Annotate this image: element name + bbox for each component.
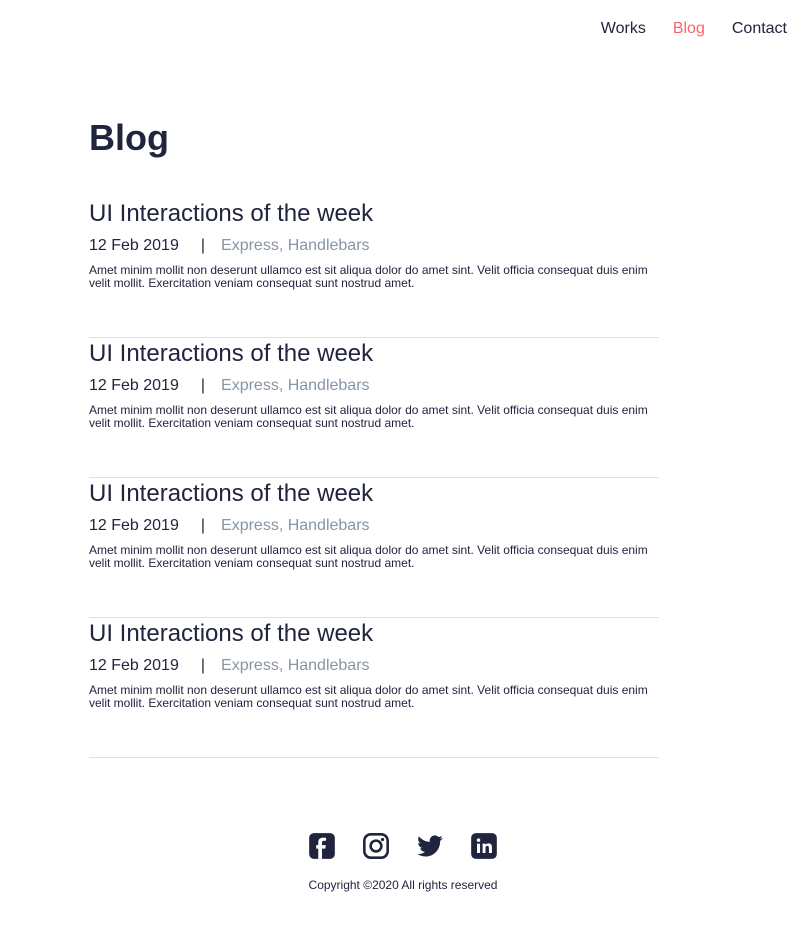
blog-post: UI Interactions of the week 12 Feb 2019 … <box>89 618 659 758</box>
blog-post: UI Interactions of the week 12 Feb 2019 … <box>89 198 659 338</box>
post-title[interactable]: UI Interactions of the week <box>89 478 659 510</box>
post-title[interactable]: UI Interactions of the week <box>89 198 659 230</box>
post-meta: 12 Feb 2019 | Express, Handlebars <box>89 656 659 676</box>
post-date: 12 Feb 2019 <box>89 517 179 534</box>
nav-link-works[interactable]: Works <box>601 19 646 39</box>
post-tags: Express, Handlebars <box>221 657 370 674</box>
linkedin-icon[interactable] <box>470 832 498 860</box>
post-title[interactable]: UI Interactions of the week <box>89 338 659 370</box>
top-nav: Works Blog Contact <box>601 19 787 39</box>
meta-separator: | <box>200 377 206 394</box>
post-date: 12 Feb 2019 <box>89 237 179 254</box>
meta-separator: | <box>200 657 206 674</box>
post-meta: 12 Feb 2019 | Express, Handlebars <box>89 516 659 536</box>
post-meta: 12 Feb 2019 | Express, Handlebars <box>89 236 659 256</box>
facebook-icon[interactable] <box>308 832 336 860</box>
post-tags: Express, Handlebars <box>221 517 370 534</box>
post-title[interactable]: UI Interactions of the week <box>89 618 659 650</box>
nav-link-contact[interactable]: Contact <box>732 19 787 39</box>
blog-post: UI Interactions of the week 12 Feb 2019 … <box>89 478 659 618</box>
copyright-text: Copyright ©2020 All rights reserved <box>308 878 498 892</box>
post-excerpt: Amet minim mollit non deserunt ullamco e… <box>89 683 648 710</box>
post-tags: Express, Handlebars <box>221 377 370 394</box>
page-title: Blog <box>89 117 169 158</box>
post-meta: 12 Feb 2019 | Express, Handlebars <box>89 376 659 396</box>
post-excerpt: Amet minim mollit non deserunt ullamco e… <box>89 543 648 570</box>
post-excerpt: Amet minim mollit non deserunt ullamco e… <box>89 263 648 290</box>
post-tags: Express, Handlebars <box>221 237 370 254</box>
post-excerpt: Amet minim mollit non deserunt ullamco e… <box>89 403 648 430</box>
post-date: 12 Feb 2019 <box>89 657 179 674</box>
instagram-icon[interactable] <box>362 832 390 860</box>
meta-separator: | <box>200 237 206 254</box>
post-date: 12 Feb 2019 <box>89 377 179 394</box>
twitter-icon[interactable] <box>416 832 444 860</box>
post-list: UI Interactions of the week 12 Feb 2019 … <box>89 198 659 758</box>
nav-link-blog[interactable]: Blog <box>673 19 705 39</box>
blog-post: UI Interactions of the week 12 Feb 2019 … <box>89 338 659 478</box>
footer: Copyright ©2020 All rights reserved <box>0 832 806 892</box>
meta-separator: | <box>200 517 206 534</box>
social-links <box>0 832 806 860</box>
